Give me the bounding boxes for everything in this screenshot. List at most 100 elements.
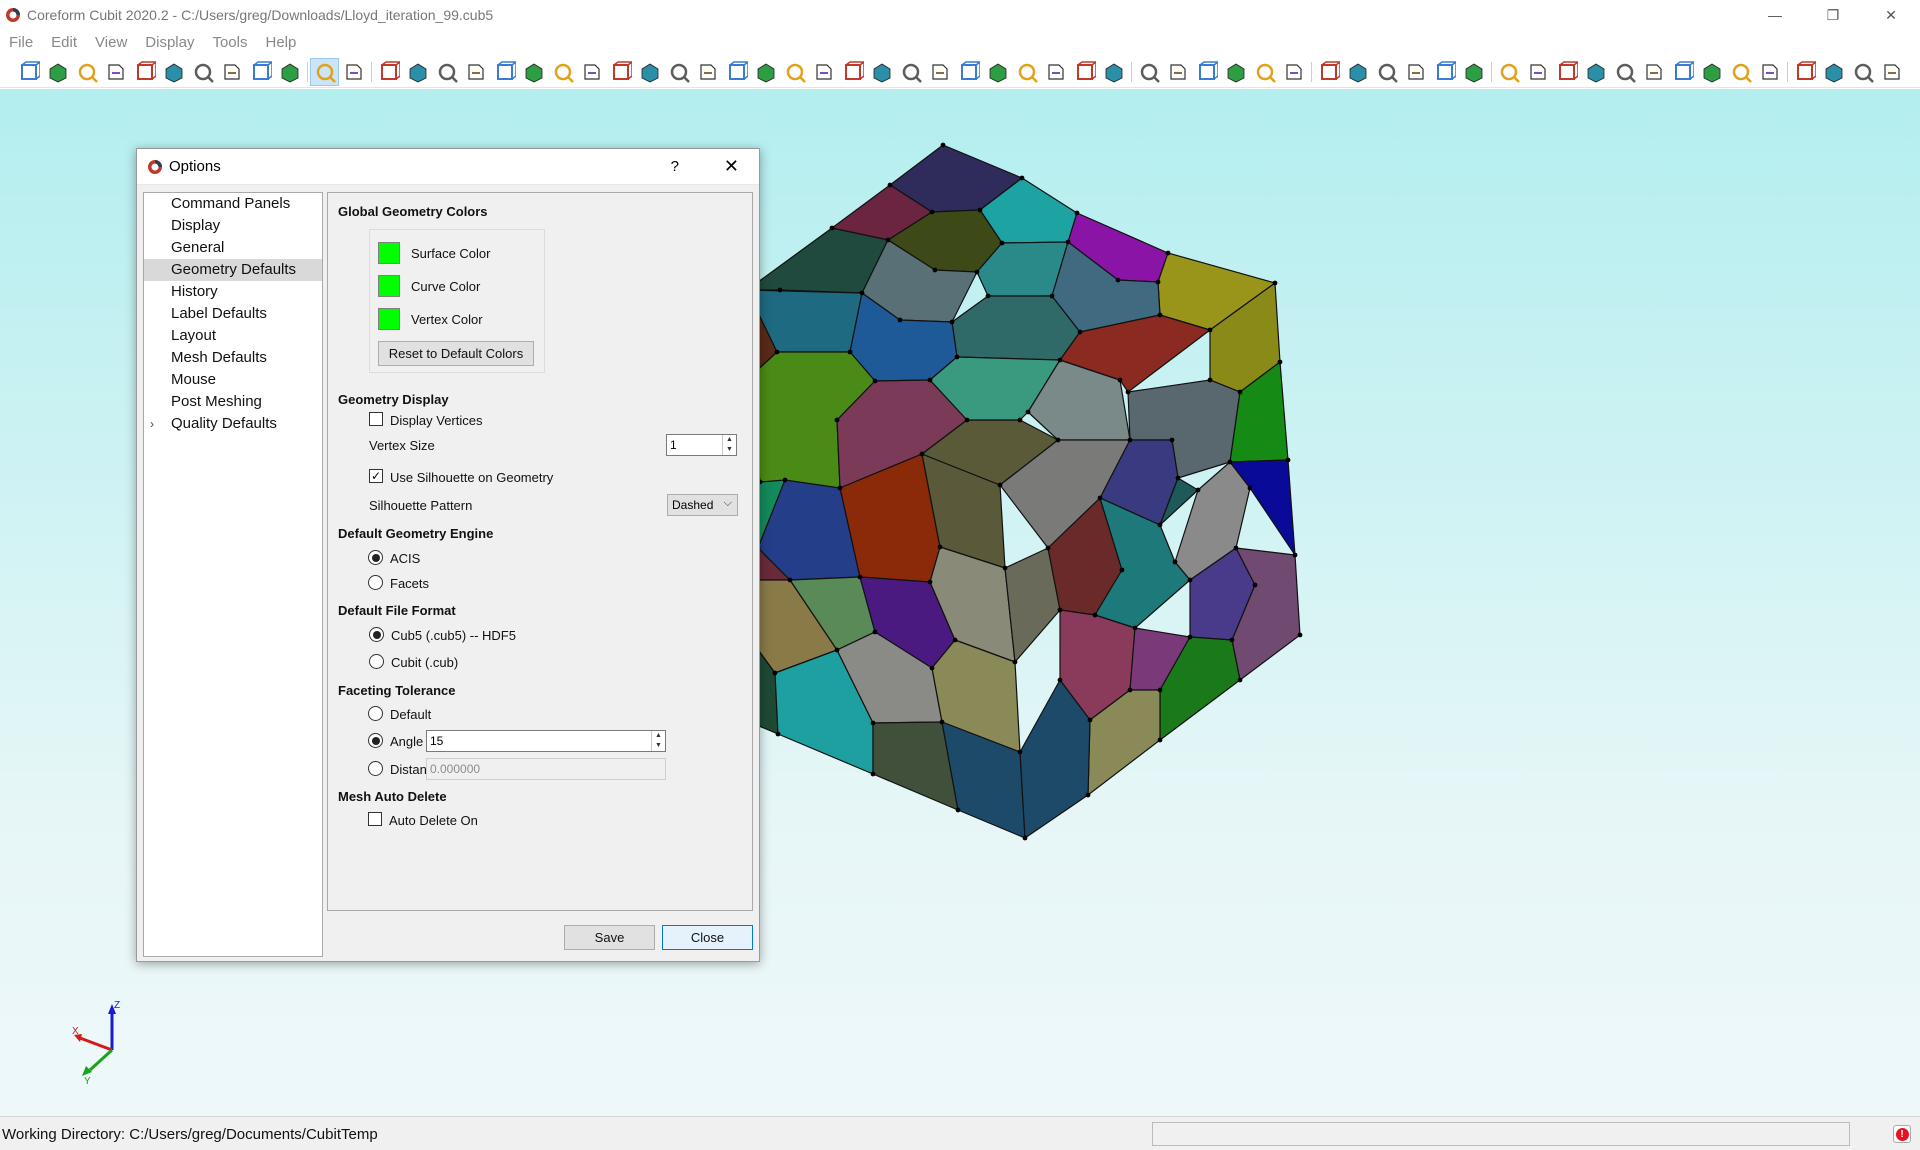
spin-up-icon[interactable]: ▲ [652,731,665,741]
menu-help[interactable]: Help [257,34,306,51]
a-italic-icon[interactable] [1668,58,1697,86]
line-icon[interactable] [1343,58,1372,86]
surface-color-swatch[interactable] [378,242,400,264]
select-icon[interactable] [310,57,339,86]
engine-acis-radio[interactable] [368,550,383,565]
play-journal-icon[interactable] [188,58,217,86]
save-as-icon[interactable] [101,58,130,86]
pyramid-icon[interactable] [1401,58,1430,86]
box-outline-icon[interactable] [896,58,925,86]
journal-icon[interactable] [159,58,188,86]
surface-mesh-icon[interactable] [519,58,548,86]
use-silhouette-checkbox[interactable]: ✓ [369,469,383,483]
menu-edit[interactable]: Edit [42,34,86,51]
arrows-icon[interactable] [1552,58,1581,86]
cut-plane-icon[interactable] [664,58,693,86]
line-flat-icon[interactable] [1726,58,1755,86]
new-file-icon[interactable] [14,58,43,86]
volume-mesh-icon[interactable] [548,58,577,86]
nav-item-geometry-defaults[interactable]: Geometry Defaults [144,259,322,281]
grid-icon[interactable] [606,58,635,86]
nav-item-general[interactable]: General [144,237,322,259]
table-icon[interactable] [1523,58,1552,86]
wireframe-icon[interactable] [374,58,403,86]
cylinder-icon[interactable] [1041,58,1070,86]
export-icon[interactable] [130,58,159,86]
close-button[interactable]: Close [662,925,753,950]
auto-delete-checkbox[interactable] [368,812,382,826]
frame-icon[interactable] [1790,58,1819,86]
format-cub5-radio[interactable] [369,627,384,642]
spin-up-icon[interactable]: ▲ [723,435,736,445]
smooth-shade-icon[interactable] [432,58,461,86]
cross-icon[interactable] [1314,58,1343,86]
torus-icon[interactable] [954,58,983,86]
expand-chevron-icon[interactable]: › [150,413,154,435]
error-indicator-icon[interactable]: ! [1893,1125,1911,1143]
save-button[interactable]: Save [564,925,655,950]
union-icon[interactable] [1099,58,1128,86]
square-icon[interactable] [1372,58,1401,86]
box-small-icon[interactable] [1459,58,1488,86]
dialog-close-button[interactable]: ✕ [724,156,739,177]
frame2-icon[interactable] [1819,58,1848,86]
save-file-icon[interactable] [72,58,101,86]
nav-item-command-panels[interactable]: Command Panels [144,193,322,215]
help-button[interactable]: ? [671,158,679,175]
engine-facets-radio[interactable] [368,575,383,590]
more-icon[interactable] [1848,58,1877,86]
box-icon[interactable] [809,58,838,86]
close-window-button[interactable]: ✕ [1862,0,1920,30]
dash-icon[interactable] [1755,58,1784,86]
stop-icon[interactable] [246,58,275,86]
display-vertices-checkbox[interactable] [369,412,383,426]
box-solid-icon[interactable] [867,58,896,86]
prism-icon[interactable] [1012,58,1041,86]
minimize-button[interactable]: — [1746,0,1804,30]
perspective-icon[interactable] [635,58,664,86]
ruler-icon[interactable] [838,58,867,86]
brick-icon[interactable] [983,58,1012,86]
mesh-vol-icon[interactable] [1134,58,1163,86]
faceting-distance-radio[interactable] [368,761,383,776]
mesh-face-icon[interactable] [1221,58,1250,86]
reset-colors-button[interactable]: Reset to Default Colors [378,341,534,366]
v-italic-icon[interactable] [1697,58,1726,86]
stack-icon[interactable] [1639,58,1668,86]
spin-down-icon[interactable]: ▼ [652,741,665,751]
mesh-surf-icon[interactable] [1163,58,1192,86]
nav-item-mesh-defaults[interactable]: Mesh Defaults [144,347,322,369]
menu-tools[interactable]: Tools [203,34,256,51]
flat-shade-icon[interactable] [461,58,490,86]
nav-item-post-meshing[interactable]: Post Meshing [144,391,322,413]
vertex-color-swatch[interactable] [378,308,400,330]
nav-item-quality-defaults[interactable]: › Quality Defaults [144,413,322,435]
mesh-edge-icon[interactable] [1250,58,1279,86]
ruler-flat-icon[interactable] [1581,58,1610,86]
faceting-angle-radio[interactable] [368,733,383,748]
open-file-icon[interactable] [43,58,72,86]
transparent-icon[interactable] [490,58,519,86]
silhouette-pattern-select[interactable]: Dashed ⌵ [667,494,738,516]
refresh-icon[interactable] [693,58,722,86]
tools-icon[interactable] [275,58,304,86]
vertex-size-spinbox[interactable]: 1 ▲ ▼ [666,434,737,456]
restore-button[interactable]: ❐ [1804,0,1862,30]
zoom-out-icon[interactable] [751,58,780,86]
faceting-angle-spinbox[interactable]: 15 ▲ ▼ [426,730,666,752]
nav-item-mouse[interactable]: Mouse [144,369,322,391]
faceting-default-radio[interactable] [368,706,383,721]
undo-icon[interactable] [339,58,368,86]
zoom-in-icon[interactable] [722,58,751,86]
mesh-node-icon[interactable] [1279,58,1308,86]
record-icon[interactable] [217,58,246,86]
curve-color-swatch[interactable] [378,275,400,297]
rotate-icon[interactable] [780,58,809,86]
nav-item-layout[interactable]: Layout [144,325,322,347]
wand-icon[interactable] [1877,58,1906,86]
spin-down-icon[interactable]: ▼ [723,445,736,455]
menu-file[interactable]: File [0,34,42,51]
group-icon[interactable] [1070,58,1099,86]
nav-item-history[interactable]: History [144,281,322,303]
nav-item-label-defaults[interactable]: Label Defaults [144,303,322,325]
